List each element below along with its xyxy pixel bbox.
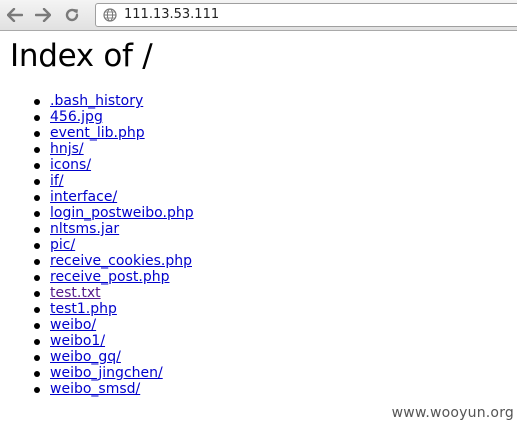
url-text[interactable]: 111.13.53.111 <box>124 7 219 23</box>
file-link[interactable]: weibo_jingchen/ <box>50 365 163 381</box>
list-item: pic/ <box>34 237 194 253</box>
file-link[interactable]: nltsms.jar <box>50 221 119 237</box>
list-item: test1.php <box>34 301 194 317</box>
bullet-icon <box>34 179 40 185</box>
bullet-icon <box>34 99 40 105</box>
back-arrow-icon <box>7 8 23 22</box>
bullet-icon <box>34 339 40 345</box>
watermark-text: www.wooyun.org <box>391 405 514 421</box>
page-title: Index of / <box>10 38 153 74</box>
file-link[interactable]: event_lib.php <box>50 125 145 141</box>
bullet-icon <box>34 323 40 329</box>
list-item: if/ <box>34 173 194 189</box>
file-link[interactable]: test.txt <box>50 285 101 301</box>
bullet-icon <box>34 115 40 121</box>
list-item: weibo_smsd/ <box>34 381 194 397</box>
bullet-icon <box>34 211 40 217</box>
list-item: test.txt <box>34 285 194 301</box>
bullet-icon <box>34 259 40 265</box>
file-link[interactable]: receive_post.php <box>50 269 170 285</box>
file-link[interactable]: interface/ <box>50 189 117 205</box>
forward-arrow-icon <box>35 8 51 22</box>
list-item: receive_post.php <box>34 269 194 285</box>
bullet-icon <box>34 147 40 153</box>
list-item: nltsms.jar <box>34 221 194 237</box>
list-item: weibo_gq/ <box>34 349 194 365</box>
back-button[interactable] <box>5 5 25 25</box>
list-item: 456.jpg <box>34 109 194 125</box>
bullet-icon <box>34 163 40 169</box>
list-item: weibo_jingchen/ <box>34 365 194 381</box>
file-link[interactable]: hnjs/ <box>50 141 84 157</box>
file-link[interactable]: .bash_history <box>50 93 143 109</box>
file-link[interactable]: test1.php <box>50 301 117 317</box>
forward-button[interactable] <box>33 5 53 25</box>
file-link[interactable]: if/ <box>50 173 64 189</box>
bullet-icon <box>34 131 40 137</box>
file-link[interactable]: weibo_smsd/ <box>50 381 140 397</box>
reload-button[interactable] <box>62 5 82 25</box>
file-list: .bash_history 456.jpg event_lib.php hnjs/ic… <box>10 93 194 397</box>
file-link[interactable]: 456.jpg <box>50 109 103 125</box>
list-item: icons/ <box>34 157 194 173</box>
bullet-icon <box>34 355 40 361</box>
list-item: weibo/ <box>34 317 194 333</box>
file-link[interactable]: receive_cookies.php <box>50 253 192 269</box>
list-item: .bash_history <box>34 93 194 109</box>
bullet-icon <box>34 371 40 377</box>
file-link[interactable]: weibo1/ <box>50 333 105 349</box>
bullet-icon <box>34 227 40 233</box>
list-item: login_postweibo.php <box>34 205 194 221</box>
globe-icon <box>103 8 117 22</box>
bullet-icon <box>34 291 40 297</box>
file-link[interactable]: login_postweibo.php <box>50 205 194 221</box>
file-link[interactable]: icons/ <box>50 157 91 173</box>
bullet-icon <box>34 243 40 249</box>
list-item: hnjs/ <box>34 141 194 157</box>
reload-icon <box>65 8 79 22</box>
file-link[interactable]: pic/ <box>50 237 75 253</box>
list-item: event_lib.php <box>34 125 194 141</box>
bullet-icon <box>34 195 40 201</box>
list-item: receive_cookies.php <box>34 253 194 269</box>
bullet-icon <box>34 275 40 281</box>
file-link[interactable]: weibo/ <box>50 317 96 333</box>
list-item: weibo1/ <box>34 333 194 349</box>
browser-toolbar: 111.13.53.111 <box>0 0 517 31</box>
file-link[interactable]: weibo_gq/ <box>50 349 121 365</box>
list-item: interface/ <box>34 189 194 205</box>
bullet-icon <box>34 387 40 393</box>
bullet-icon <box>34 307 40 313</box>
address-bar[interactable]: 111.13.53.111 <box>95 3 517 27</box>
